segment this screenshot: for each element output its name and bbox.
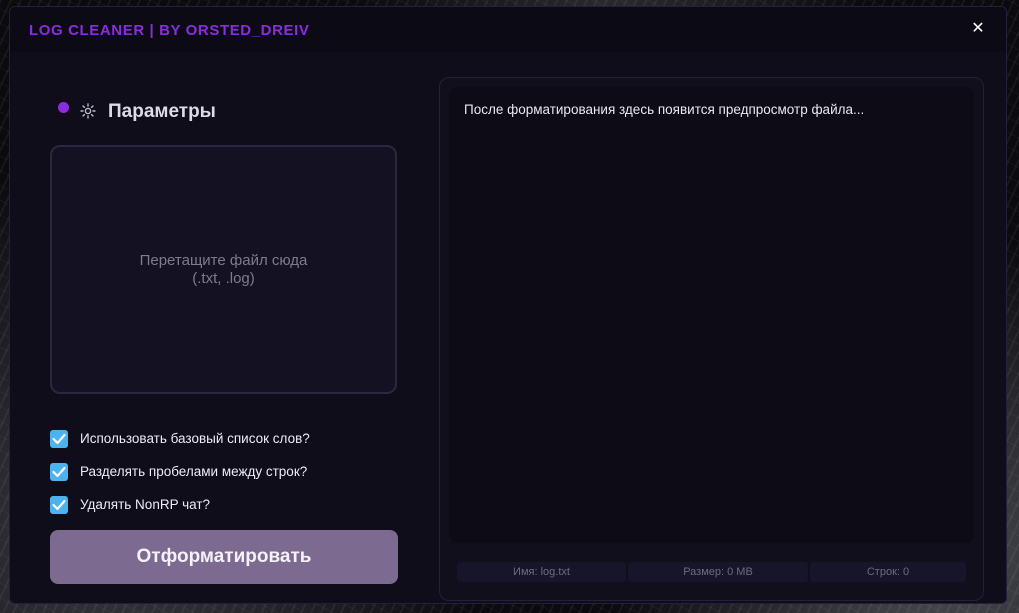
gear-icon bbox=[80, 103, 96, 119]
option-line-spacing[interactable]: Разделять пробелами между строк? bbox=[50, 462, 397, 482]
preview-placeholder: После форматирования здесь появится пред… bbox=[464, 102, 865, 117]
preview-area[interactable]: После форматирования здесь появится пред… bbox=[449, 87, 974, 543]
status-dot bbox=[58, 102, 69, 113]
base-wordlist-checkbox[interactable] bbox=[50, 430, 68, 448]
params-title: Параметры bbox=[108, 101, 216, 122]
check-icon bbox=[52, 499, 66, 511]
dropzone-formats: (.txt, .log) bbox=[192, 269, 255, 287]
option-remove-nonrp[interactable]: Удалять NonRP чат? bbox=[50, 495, 397, 515]
close-icon: ✕ bbox=[971, 20, 985, 37]
option-label: Использовать базовый список слов? bbox=[80, 431, 310, 446]
option-label: Разделять пробелами между строк? bbox=[80, 464, 308, 479]
status-filename: Имя: log.txt bbox=[457, 562, 626, 582]
remove-nonrp-checkbox[interactable] bbox=[50, 496, 68, 514]
option-base-wordlist[interactable]: Использовать базовый список слов? bbox=[50, 429, 397, 449]
format-button[interactable]: Отформатировать bbox=[50, 530, 398, 584]
line-spacing-checkbox[interactable] bbox=[50, 463, 68, 481]
params-header: Параметры bbox=[58, 99, 308, 123]
status-filesize: Размер: 0 MB bbox=[628, 562, 808, 582]
status-linecount: Строк: 0 bbox=[810, 562, 966, 582]
dropzone-hint: Перетащите файл сюда bbox=[139, 251, 308, 269]
close-button[interactable]: ✕ bbox=[968, 19, 988, 39]
option-label: Удалять NonRP чат? bbox=[80, 497, 211, 512]
check-icon bbox=[52, 466, 66, 478]
title-bar[interactable]: LOG CLEANER | BY ORSTED_DREIV ✕ bbox=[10, 7, 1006, 52]
app-title: LOG CLEANER | BY ORSTED_DREIV bbox=[29, 22, 310, 39]
check-icon bbox=[52, 433, 66, 445]
file-dropzone[interactable]: Перетащите файл сюда (.txt, .log) bbox=[50, 145, 397, 394]
preview-panel: После форматирования здесь появится пред… bbox=[439, 77, 984, 601]
app-window: LOG CLEANER | BY ORSTED_DREIV ✕ Параметр… bbox=[9, 6, 1007, 604]
